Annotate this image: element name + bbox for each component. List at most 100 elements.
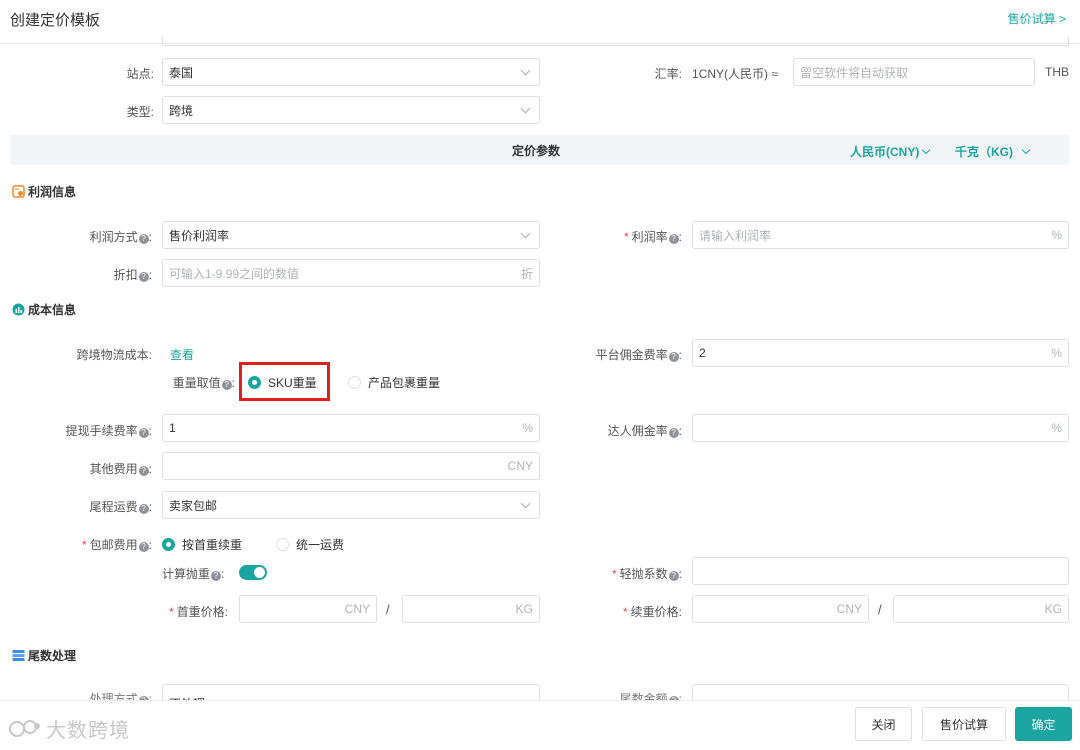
continued-weight-price-label: * 续重价格: xyxy=(580,603,682,620)
last-mile-value: 卖家包邮 xyxy=(169,498,218,513)
weight-unit-select[interactable]: 千克（KG) xyxy=(955,143,1033,160)
radio-checked-icon xyxy=(248,376,261,389)
page-title: 创建定价模板 xyxy=(10,12,101,29)
percent-suffix: % xyxy=(522,421,533,435)
chevron-down-icon xyxy=(520,103,531,113)
kg-suffix: KG xyxy=(515,602,533,616)
tail-method-select[interactable]: 不处理 xyxy=(162,684,540,700)
profit-method-label-text: 利润方式 xyxy=(89,230,138,244)
cny-suffix: CNY xyxy=(344,602,370,616)
percent-suffix: % xyxy=(1051,228,1062,242)
price-trial-link[interactable]: 售价试算 > xyxy=(1008,10,1066,27)
free-shipping-label-text: 包邮费用 xyxy=(89,538,138,552)
tail-heading-text: 尾数处理 xyxy=(28,649,77,663)
profit-method-value: 售价利润率 xyxy=(169,228,230,243)
percent-suffix: % xyxy=(1051,346,1062,360)
profit-heading-text: 利润信息 xyxy=(28,185,77,199)
required-mark: * xyxy=(623,230,629,244)
weight-unit-value: 千克（KG) xyxy=(955,145,1013,159)
tail-amount-label-text: 尾数金额 xyxy=(619,692,668,700)
volume-weight-label-text: 计算抛重 xyxy=(162,567,211,581)
radio-sku-weight[interactable]: SKU重量 xyxy=(248,374,317,391)
profit-method-select[interactable]: 售价利润率 xyxy=(162,221,540,249)
last-mile-label: 尾程运费?: xyxy=(89,500,152,514)
help-icon[interactable]: ? xyxy=(668,571,679,581)
type-label: 类型: xyxy=(126,105,154,119)
site-select[interactable]: 泰国 xyxy=(162,58,540,86)
type-select[interactable]: 跨境 xyxy=(162,96,540,124)
site-label: 站点: xyxy=(126,67,154,81)
chevron-down-icon xyxy=(520,498,531,508)
radio-package-weight-label: 产品包裹重量 xyxy=(368,376,441,390)
discount-label-text: 折扣 xyxy=(113,268,138,282)
profit-rate-input[interactable]: 请输入利润率 % xyxy=(692,221,1069,249)
continued-weight-unit-input[interactable]: KG xyxy=(893,595,1069,623)
free-shipping-label: * 包邮费用?: xyxy=(81,538,152,552)
tail-amount-input[interactable] xyxy=(692,684,1069,700)
required-mark: * xyxy=(622,605,628,619)
other-fee-label-text: 其他费用 xyxy=(89,462,138,476)
radio-unchecked-icon xyxy=(348,376,361,389)
platform-commission-input[interactable]: 2 % xyxy=(692,339,1069,367)
help-icon[interactable]: ? xyxy=(211,571,222,581)
help-icon[interactable]: ? xyxy=(138,504,149,514)
first-weight-unit-input[interactable]: KG xyxy=(402,595,540,623)
profit-section-heading: 利润信息 xyxy=(12,183,76,200)
required-mark: * xyxy=(168,605,174,619)
help-icon[interactable]: ? xyxy=(668,352,679,362)
volume-weight-toggle[interactable] xyxy=(239,565,267,580)
close-button[interactable]: 关闭 xyxy=(855,707,912,741)
kg-suffix: KG xyxy=(1044,602,1062,616)
platform-commission-value: 2 xyxy=(699,346,706,360)
discount-input[interactable]: 可输入1-9.99之间的数值 折 xyxy=(162,259,540,287)
influencer-commission-input[interactable]: % xyxy=(692,414,1069,442)
chevron-down-icon xyxy=(922,145,931,154)
cost-section-heading: 成本信息 xyxy=(12,301,76,318)
radio-sku-weight-label: SKU重量 xyxy=(268,376,317,390)
continued-weight-price-input[interactable]: CNY xyxy=(692,595,869,623)
help-icon[interactable]: ? xyxy=(138,466,149,476)
currency-select[interactable]: 人民币(CNY) xyxy=(850,143,933,160)
profit-method-label: 利润方式?: xyxy=(89,230,152,244)
slash-separator: / xyxy=(386,602,390,617)
help-icon[interactable]: ? xyxy=(668,428,679,438)
confirm-button[interactable]: 确定 xyxy=(1015,707,1072,741)
withdraw-fee-value: 1 xyxy=(169,421,176,435)
radio-first-continued[interactable]: 按首重续重 xyxy=(162,536,242,553)
price-trial-button[interactable]: 售价试算 xyxy=(922,707,1006,741)
light-coefficient-input[interactable] xyxy=(692,557,1069,585)
radio-unchecked-icon xyxy=(276,538,289,551)
partial-input-top[interactable] xyxy=(162,36,1069,46)
help-icon[interactable]: ? xyxy=(138,234,149,244)
weight-value-label-text: 重量取值 xyxy=(172,376,221,390)
radio-flat-shipping[interactable]: 统一运费 xyxy=(276,536,344,553)
help-icon[interactable]: ? xyxy=(221,380,232,390)
profit-rate-label: * 利润率?: xyxy=(623,230,682,244)
light-coefficient-label-text: 轻抛系数 xyxy=(619,567,668,581)
chevron-down-icon xyxy=(520,228,531,238)
help-icon[interactable]: ? xyxy=(138,542,149,552)
radio-checked-icon xyxy=(162,538,175,551)
first-weight-price-input[interactable]: CNY xyxy=(239,595,377,623)
withdraw-fee-input[interactable]: 1 % xyxy=(162,414,540,442)
pricing-params-title: 定价参数 xyxy=(512,144,561,158)
other-fee-input[interactable]: CNY xyxy=(162,452,540,480)
exchange-rate-input[interactable]: 留空软件将自动获取 xyxy=(793,58,1035,86)
required-mark: * xyxy=(611,567,617,581)
cost-icon xyxy=(12,303,25,316)
tail-method-label-text: 处理方式 xyxy=(89,692,138,700)
currency-value: 人民币(CNY) xyxy=(850,145,920,159)
help-icon[interactable]: ? xyxy=(138,428,149,438)
exchange-placeholder: 留空软件将自动获取 xyxy=(800,65,909,80)
view-logistics-link[interactable]: 查看 xyxy=(170,346,194,363)
site-select-value: 泰国 xyxy=(169,65,194,80)
influencer-commission-label-text: 达人佣金率 xyxy=(607,424,668,438)
help-icon[interactable]: ? xyxy=(138,272,149,282)
watermark: 大数跨境 xyxy=(8,714,130,743)
tail-section-heading: 尾数处理 xyxy=(12,647,76,664)
chevron-down-icon xyxy=(520,65,531,75)
last-mile-select[interactable]: 卖家包邮 xyxy=(162,491,540,519)
help-icon[interactable]: ? xyxy=(668,234,679,244)
radio-package-weight[interactable]: 产品包裹重量 xyxy=(348,374,440,391)
exchange-prefix: 1CNY(人民币) ≈ xyxy=(692,67,778,81)
